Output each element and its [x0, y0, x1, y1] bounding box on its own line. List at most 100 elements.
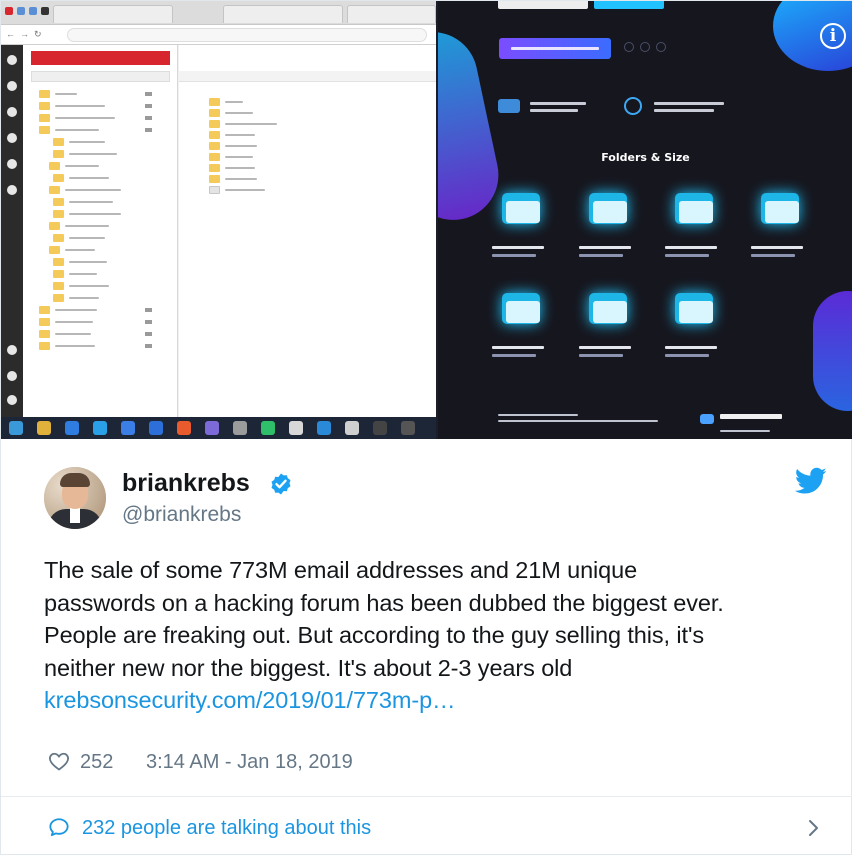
tree-toolbar	[31, 71, 170, 82]
file-row	[179, 130, 436, 141]
file-row	[179, 97, 436, 108]
decorative-blob	[813, 291, 852, 411]
tree-row	[49, 209, 165, 219]
conversation-link[interactable]: 232 people are talking about this	[44, 813, 844, 843]
media-screenshot-promo: i Folders & Size	[438, 1, 852, 439]
folder-icon	[39, 102, 50, 110]
folder-icon	[209, 98, 220, 106]
taskbar-icon	[149, 421, 163, 435]
file-row	[179, 119, 436, 130]
tree-row	[35, 89, 165, 99]
folder-icon	[39, 342, 50, 350]
folder-icon	[209, 131, 220, 139]
tree-row	[35, 305, 165, 315]
footer-text	[498, 420, 658, 422]
info-icon[interactable]: i	[820, 23, 846, 49]
tree-row	[35, 329, 165, 339]
browser-tab-icon	[29, 7, 37, 15]
url-field	[67, 28, 427, 42]
folder-icon	[209, 109, 220, 117]
app-dock	[1, 45, 23, 417]
tree-row	[35, 125, 165, 135]
dock-icon	[7, 371, 17, 381]
folder-size	[579, 354, 623, 357]
folder-icon	[53, 174, 64, 182]
heart-icon[interactable]	[48, 751, 70, 771]
promo-title	[498, 1, 588, 9]
divider	[1, 796, 852, 797]
file-row	[179, 141, 436, 152]
handle[interactable]: @briankrebs	[122, 502, 241, 528]
folder-caption	[579, 246, 631, 249]
file-row	[179, 185, 436, 196]
file-icon	[209, 186, 220, 194]
folder-caption	[665, 346, 717, 349]
folder-caption	[665, 246, 717, 249]
chevron-right-icon[interactable]	[807, 818, 821, 838]
taskbar-icon	[65, 421, 79, 435]
taskbar-icon	[9, 421, 23, 435]
dock-icon	[7, 55, 17, 65]
media-screenshot-file-listing: ← → ↻	[1, 1, 436, 439]
file-panel	[179, 45, 436, 417]
back-icon: ←	[6, 29, 15, 39]
camera-icon	[498, 99, 520, 113]
tree-row	[49, 197, 165, 207]
os-taskbar	[1, 417, 436, 439]
taskbar-icon	[205, 421, 219, 435]
folder-icon	[53, 270, 64, 278]
footer-text	[720, 430, 770, 432]
folder-icon	[39, 90, 50, 98]
browser-tab	[347, 5, 436, 23]
browser-tab	[53, 5, 173, 23]
timestamp[interactable]: 3:14 AM - Jan 18, 2019	[146, 748, 353, 776]
tree-row	[35, 317, 165, 327]
folder-icon	[53, 294, 64, 302]
taskbar-icon	[233, 421, 247, 435]
file-row	[179, 108, 436, 119]
folder-icon	[39, 330, 50, 338]
folder-icon	[498, 191, 544, 229]
reload-icon: ↻	[34, 29, 42, 39]
tweet-media[interactable]: ← → ↻ i Folders & Size	[1, 1, 852, 439]
browser-logo-icon	[5, 7, 13, 15]
tree-row	[49, 233, 165, 243]
tree-row	[45, 161, 165, 171]
dock-icon	[7, 133, 17, 143]
feature-text	[530, 109, 578, 112]
tree-row	[49, 293, 165, 303]
taskbar-icon	[317, 421, 331, 435]
taskbar-icon	[177, 421, 191, 435]
article-link[interactable]: krebsonsecurity.com/2019/01/773m-p…	[44, 684, 834, 717]
folder-icon	[49, 186, 60, 194]
tree-row	[45, 221, 165, 231]
tree-row	[45, 185, 165, 195]
display-name[interactable]: briankrebs	[122, 468, 250, 498]
tweet-text-line: neither new nor the biggest. It's about …	[44, 654, 573, 681]
avatar[interactable]	[44, 467, 106, 529]
folder-icon	[209, 142, 220, 150]
folder-caption	[492, 246, 544, 249]
folder-icon	[209, 153, 220, 161]
speech-bubble-icon	[49, 818, 69, 837]
footer-text	[498, 414, 578, 416]
tree-row	[49, 173, 165, 183]
folder-icon	[39, 318, 50, 326]
folder-icon	[585, 291, 631, 329]
folder-icon	[53, 258, 64, 266]
tree-row	[49, 257, 165, 267]
tweet-text-line: passwords on a hacking forum has been du…	[44, 589, 724, 616]
folder-icon	[39, 114, 50, 122]
taskbar-icon	[37, 421, 51, 435]
browser-tab	[223, 5, 343, 23]
folder-icon	[39, 126, 50, 134]
like-count[interactable]: 252	[80, 748, 113, 776]
file-row	[179, 163, 436, 174]
folder-size	[579, 254, 623, 257]
folder-tree	[23, 45, 178, 417]
tweet-text-line: The sale of some 773M email addresses an…	[44, 557, 638, 583]
conversation-count[interactable]: 232 people are talking about this	[82, 813, 371, 843]
folder-icon	[53, 210, 64, 218]
folder-icon	[53, 198, 64, 206]
twitter-bird-icon[interactable]	[795, 467, 827, 495]
